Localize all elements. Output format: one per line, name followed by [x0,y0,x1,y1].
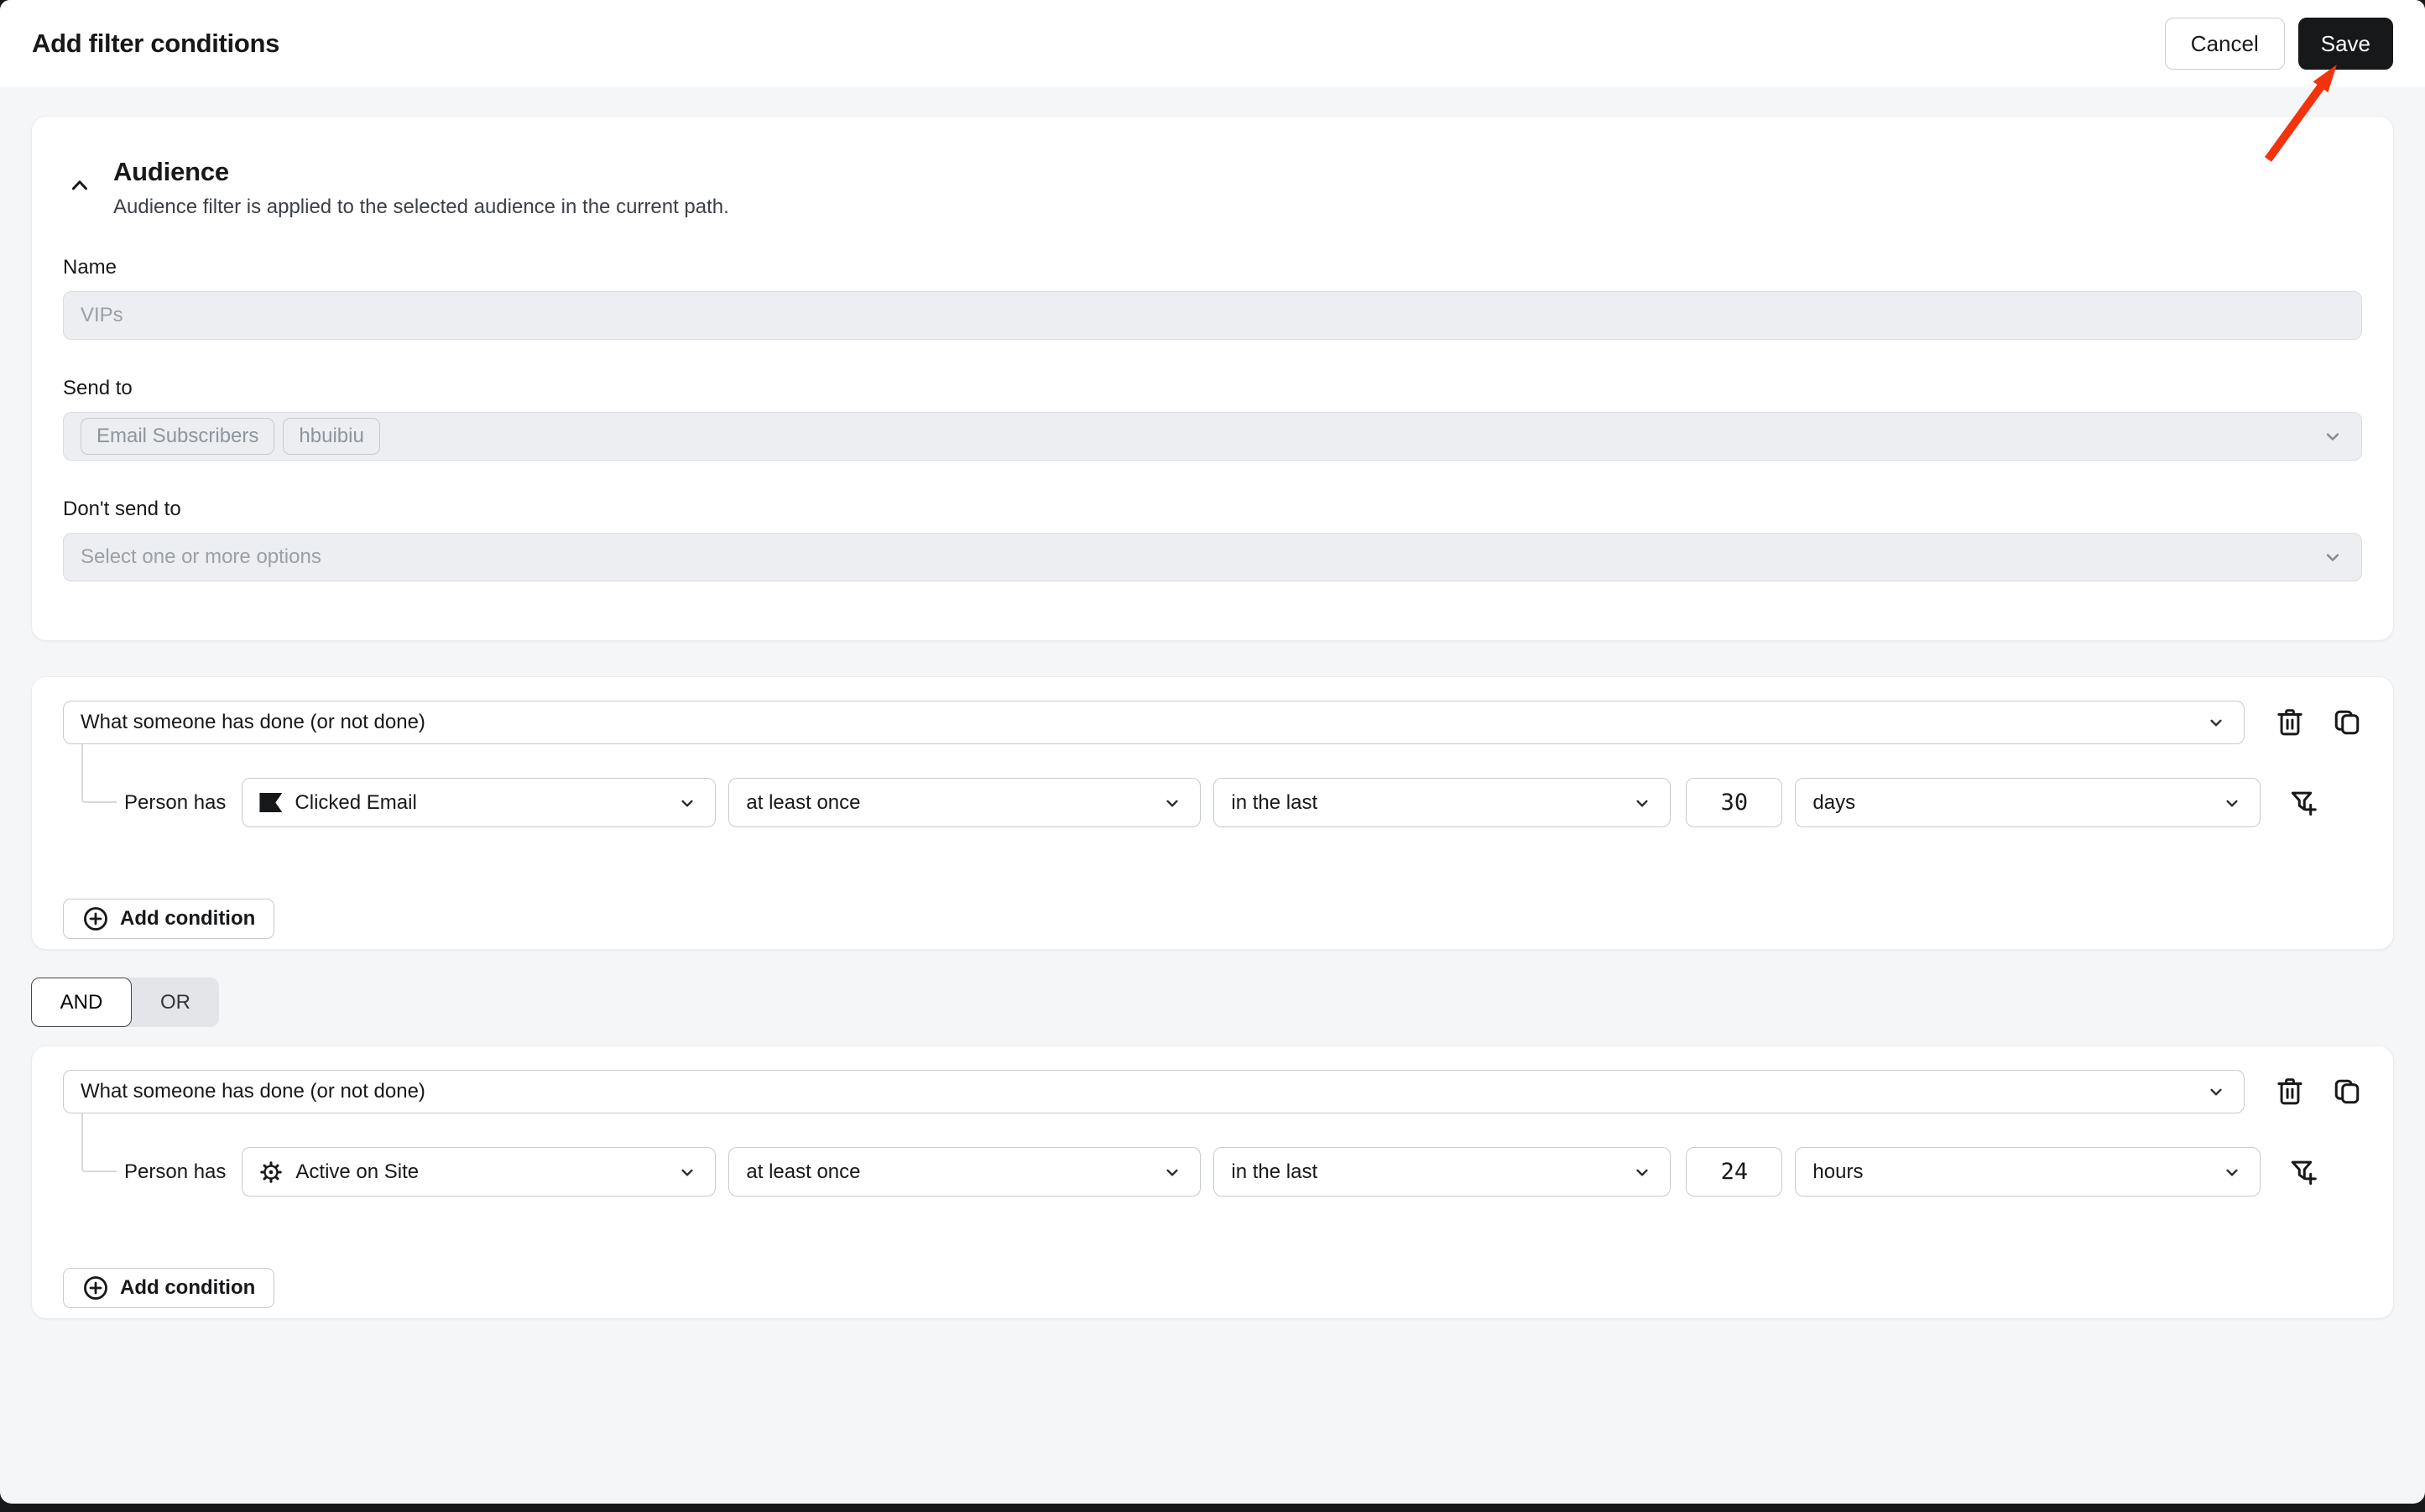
timeframe-select[interactable]: in the last [1213,1147,1671,1197]
dont-send-to-field-group: Don't send to Select one or more options [63,498,2362,581]
audience-header-text: Audience Audience filter is applied to t… [113,157,729,219]
chevron-down-icon [1631,792,1653,814]
dont-send-to-label: Don't send to [63,498,181,520]
gear-icon [259,1160,283,1184]
dont-send-to-placeholder: Select one or more options [81,545,321,568]
page-title: Add filter conditions [32,29,280,58]
condition-type-select[interactable]: What someone has done (or not done) [63,1070,2245,1113]
page-content: Audience Audience filter is applied to t… [0,87,2425,1319]
send-to-label: Send to [63,377,133,399]
condition-card-1: What someone has done (or not done) Pers… [31,676,2394,950]
condition-type-row: What someone has done (or not done) [63,701,2362,744]
trash-icon [2275,706,2305,738]
timeframe-select[interactable]: in the last [1213,778,1671,827]
name-label: Name [63,256,117,279]
cancel-button[interactable]: Cancel [2164,18,2285,70]
condition-detail: Person has Active on Site at least once … [63,1113,2362,1197]
chevron-down-icon [1161,1161,1183,1183]
metric-select[interactable]: Clicked Email [242,778,717,827]
audience-title: Audience [113,157,229,186]
filter-plus-icon [2287,787,2319,819]
frequency-select[interactable]: at least once [728,1147,1202,1197]
logic-toggle: AND OR [31,978,2397,1027]
collapse-audience-button[interactable] [63,169,96,202]
save-button[interactable]: Save [2297,18,2393,70]
chevron-down-icon [2221,792,2243,814]
logic-or-button[interactable]: OR [125,978,219,1027]
header-bar: Add filter conditions Cancel Save [0,0,2425,87]
amount-input[interactable] [1686,1147,1783,1197]
condition-card-2: What someone has done (or not done) Pers… [31,1045,2394,1319]
copy-icon [2332,1077,2362,1107]
trash-icon [2275,1076,2305,1108]
chevron-down-icon [676,1161,698,1183]
duplicate-condition-button[interactable] [2332,707,2362,738]
chevron-down-icon [2321,425,2344,448]
plus-circle-icon [82,1275,109,1301]
add-condition-button[interactable]: Add condition [63,1268,275,1308]
frequency-select[interactable]: at least once [728,778,1202,827]
chevron-down-icon [2221,1161,2243,1183]
person-has-label: Person has [124,790,227,814]
name-field-group: Name VIPs [63,256,2362,340]
chevron-down-icon [2205,712,2227,733]
delete-condition-button[interactable] [2275,1076,2305,1108]
chevron-down-icon [676,792,698,814]
branch-connector-line [81,744,117,803]
send-to-select[interactable]: Email Subscribers hbuibiu [63,412,2362,461]
audience-header: Audience Audience filter is applied to t… [63,157,2362,219]
dont-send-to-select[interactable]: Select one or more options [63,533,2362,581]
condition-detail: Person has Clicked Email at least once i… [63,744,2362,827]
metric-select[interactable]: Active on Site [242,1147,717,1197]
filter-plus-icon [2287,1156,2319,1188]
audience-subtitle: Audience filter is applied to the select… [113,196,729,218]
klaviyo-flag-icon [259,793,283,812]
logic-and-button[interactable]: AND [31,978,132,1027]
send-to-tag[interactable]: hbuibiu [283,418,380,455]
unit-select[interactable]: hours [1795,1147,2261,1197]
add-filter-button[interactable] [2287,787,2319,819]
amount-input[interactable] [1686,778,1783,827]
duplicate-condition-button[interactable] [2332,1077,2362,1107]
chevron-down-icon [2205,1081,2227,1103]
chevron-up-icon [67,173,92,198]
audience-card: Audience Audience filter is applied to t… [31,116,2394,641]
send-to-tag[interactable]: Email Subscribers [81,418,275,455]
delete-condition-button[interactable] [2275,706,2305,738]
send-to-field-group: Send to Email Subscribers hbuibiu [63,377,2362,461]
condition-type-select[interactable]: What someone has done (or not done) [63,701,2245,744]
add-condition-button[interactable]: Add condition [63,899,275,939]
modal-window: Add filter conditions Cancel Save Audien… [0,0,2425,1504]
copy-icon [2332,707,2362,738]
plus-circle-icon [82,905,109,932]
chevron-down-icon [2321,545,2344,569]
branch-connector-line [81,1113,117,1172]
condition-row: Person has Active on Site at least once … [63,1147,2362,1197]
chevron-down-icon [1631,1161,1653,1183]
unit-select[interactable]: days [1795,778,2261,827]
condition-row: Person has Clicked Email at least once i… [63,778,2362,827]
person-has-label: Person has [124,1160,227,1183]
name-placeholder: VIPs [81,304,123,326]
add-filter-button[interactable] [2287,1156,2319,1188]
condition-type-row: What someone has done (or not done) [63,1070,2362,1113]
name-input[interactable]: VIPs [63,291,2362,340]
chevron-down-icon [1161,792,1183,814]
